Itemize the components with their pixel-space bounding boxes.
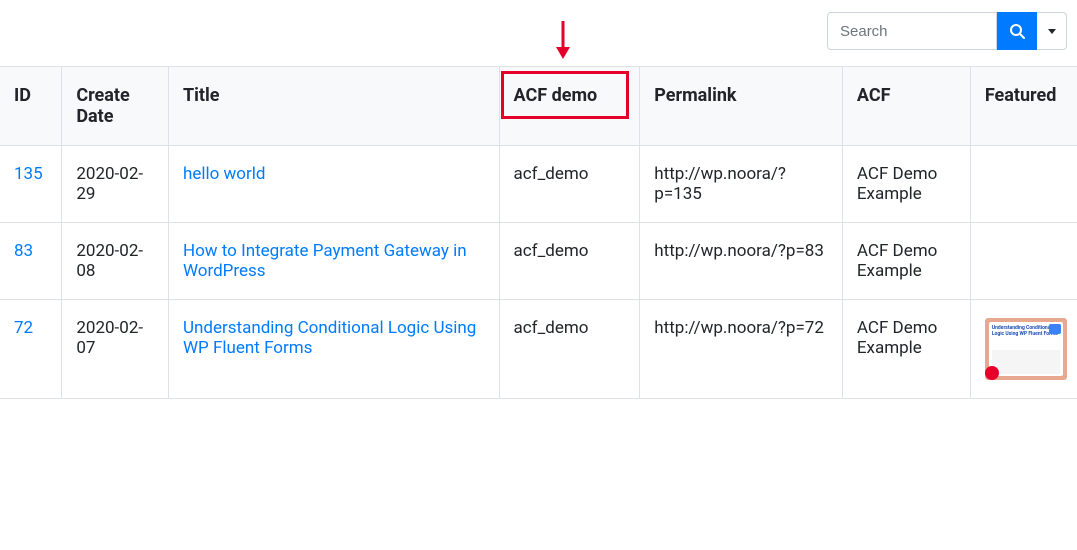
row-acf: ACF Demo Example <box>842 300 970 399</box>
column-header-acf[interactable]: ACF <box>842 67 970 146</box>
row-permalink: http://wp.noora/?p=83 <box>640 223 843 300</box>
column-header-id[interactable]: ID <box>0 67 62 146</box>
search-input[interactable] <box>827 12 997 50</box>
row-acf: ACF Demo Example <box>842 146 970 223</box>
row-title-link[interactable]: How to Integrate Payment Gateway in Word… <box>183 241 467 281</box>
row-featured: Understanding Conditional Logic Using WP… <box>970 300 1077 399</box>
toolbar <box>0 0 1077 66</box>
row-id-link[interactable]: 83 <box>14 241 33 261</box>
dropdown-toggle-button[interactable] <box>1037 12 1067 50</box>
chevron-down-icon <box>1048 29 1056 34</box>
column-header-acf-demo-label: ACF demo <box>514 85 598 106</box>
search-icon <box>1009 23 1025 39</box>
table-row: 83 2020-02-08 How to Integrate Payment G… <box>0 223 1077 300</box>
row-title-link[interactable]: Understanding Conditional Logic Using WP… <box>183 318 476 358</box>
column-header-permalink[interactable]: Permalink <box>640 67 843 146</box>
row-acf-demo: acf_demo <box>499 146 640 223</box>
search-group <box>827 12 1067 50</box>
column-header-title[interactable]: Title <box>168 67 499 146</box>
row-title-link[interactable]: hello world <box>183 164 266 184</box>
row-create-date: 2020-02-07 <box>62 300 169 399</box>
row-acf-demo: acf_demo <box>499 223 640 300</box>
featured-thumbnail[interactable]: Understanding Conditional Logic Using WP… <box>985 318 1067 380</box>
search-button[interactable] <box>997 12 1037 50</box>
row-acf-demo: acf_demo <box>499 300 640 399</box>
column-header-create-date[interactable]: Create Date <box>62 67 169 146</box>
column-header-featured[interactable]: Featured <box>970 67 1077 146</box>
row-featured <box>970 223 1077 300</box>
row-id-link[interactable]: 72 <box>14 318 33 338</box>
table-row: 72 2020-02-07 Understanding Conditional … <box>0 300 1077 399</box>
row-acf: ACF Demo Example <box>842 223 970 300</box>
table-row: 135 2020-02-29 hello world acf_demo http… <box>0 146 1077 223</box>
row-id-link[interactable]: 135 <box>14 164 43 184</box>
row-create-date: 2020-02-08 <box>62 223 169 300</box>
table-header-row: ID Create Date Title ACF demo Permalink … <box>0 67 1077 146</box>
row-permalink: http://wp.noora/?p=135 <box>640 146 843 223</box>
row-create-date: 2020-02-29 <box>62 146 169 223</box>
row-featured <box>970 146 1077 223</box>
row-permalink: http://wp.noora/?p=72 <box>640 300 843 399</box>
column-header-acf-demo[interactable]: ACF demo <box>499 67 640 146</box>
data-table: ID Create Date Title ACF demo Permalink … <box>0 66 1077 399</box>
